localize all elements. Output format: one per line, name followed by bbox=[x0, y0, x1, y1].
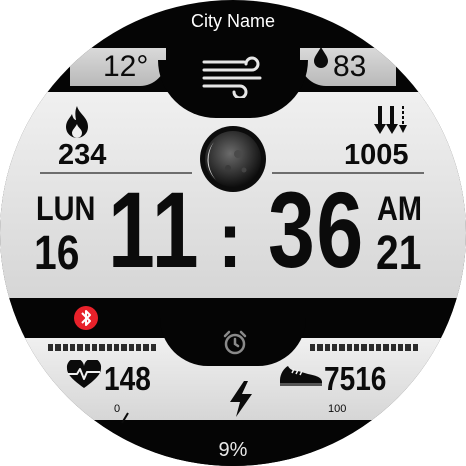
heart-rate-bar bbox=[48, 344, 156, 351]
scale-marker bbox=[121, 412, 129, 424]
date-day: 16 bbox=[34, 227, 80, 280]
shoe-icon bbox=[280, 366, 322, 386]
steps-bar bbox=[310, 344, 418, 351]
steps-value: 7516 bbox=[324, 360, 387, 397]
humidity-value: 83 bbox=[333, 50, 367, 83]
bluetooth-icon bbox=[74, 306, 98, 330]
temperature-value: 12° bbox=[103, 50, 149, 83]
battery-level: 9% bbox=[218, 439, 248, 461]
minute: 36 bbox=[268, 169, 365, 290]
calories-value: 234 bbox=[58, 139, 107, 171]
watch-face: City Name 12° 83 234 1005 LUN 16 11: 36… bbox=[0, 0, 466, 466]
alarm-icon bbox=[223, 330, 247, 355]
seconds: 21 bbox=[376, 227, 422, 280]
lightning-icon bbox=[230, 381, 252, 417]
am-pm: AM bbox=[377, 190, 422, 228]
pressure-arrows-icon bbox=[374, 106, 407, 134]
city-name: City Name bbox=[190, 11, 275, 31]
drop-icon bbox=[314, 47, 328, 68]
moon-phase-icon bbox=[200, 126, 266, 192]
heart-rate-value: 148 bbox=[104, 360, 151, 397]
hour: 11 bbox=[108, 169, 201, 290]
heart-pulse-icon bbox=[66, 360, 102, 388]
time-separator: : bbox=[218, 195, 242, 284]
wind-icon bbox=[202, 56, 262, 98]
steps-scale-max: 100 bbox=[328, 403, 347, 415]
weekday: LUN bbox=[36, 190, 96, 228]
flame-icon bbox=[66, 106, 88, 138]
pressure-value: 1005 bbox=[344, 139, 409, 171]
